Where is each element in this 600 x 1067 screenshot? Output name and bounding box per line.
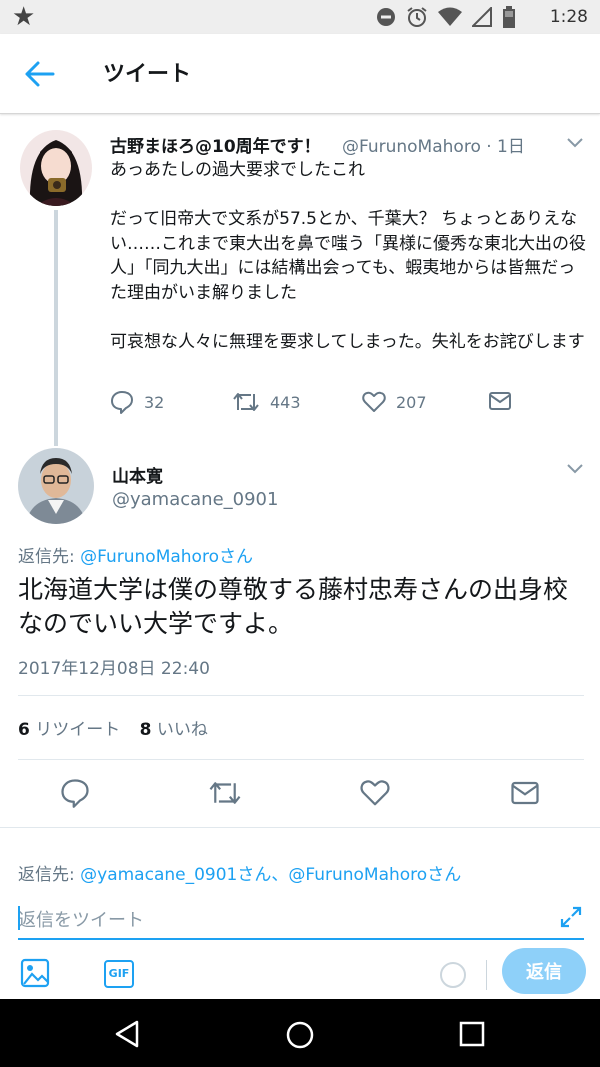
- status-bar: ★ 1:28: [0, 0, 600, 34]
- retweet-icon: [233, 393, 259, 411]
- tweet-timestamp: 2017年12月08日 22:40: [18, 659, 210, 679]
- avatar[interactable]: [20, 130, 92, 206]
- battery-icon: [503, 6, 515, 28]
- reply-to-prefix: 返信先:: [18, 547, 81, 567]
- page-title: ツイート: [103, 62, 192, 87]
- top-app-bar: ツイート: [0, 34, 600, 114]
- back-arrow-icon[interactable]: [24, 60, 56, 88]
- envelope-icon: [489, 392, 511, 410]
- heart-icon[interactable]: [360, 778, 390, 808]
- engagement-stats: 6 リツイート 8 いいね: [18, 715, 208, 740]
- reply-to-users[interactable]: @yamacane_0901さん、@FurunoMahoroさん: [80, 865, 461, 885]
- author-handle: @FurunoMahoro · 1日: [342, 137, 525, 157]
- retweets-stat[interactable]: 6 リツイート: [18, 720, 120, 740]
- share-action[interactable]: [488, 390, 512, 412]
- tweet-paragraph: あっあたしの過大要求でしたこれ: [110, 160, 365, 180]
- chevron-down-icon[interactable]: [566, 462, 584, 476]
- tweet-text: あっあたしの過大要求でしたこれ だって旧帝大で文系が57.5とか、千葉大？ ちょ…: [110, 158, 590, 354]
- likes-stat[interactable]: 8 いいね: [140, 720, 208, 740]
- nav-recents-icon[interactable]: [459, 1021, 485, 1047]
- image-icon[interactable]: [20, 958, 50, 988]
- reply-to-label: 返信先: @yamacane_0901さん、@FurunoMahoroさん: [18, 860, 461, 885]
- nav-home-icon[interactable]: [284, 1019, 316, 1051]
- chevron-down-icon[interactable]: [566, 136, 584, 150]
- tweet-text: 北海道大学は僕の尊敬する藤村忠寿さんの出身校なのでいい大学ですよ。: [18, 575, 569, 638]
- author-name[interactable]: 山本寛: [112, 462, 163, 487]
- reply-count: 32: [144, 392, 165, 412]
- retweet-icon[interactable]: [208, 778, 242, 808]
- divider: [18, 695, 584, 696]
- wifi-icon: [438, 7, 462, 26]
- alarm-icon: [407, 7, 427, 27]
- tweet-paragraph: 可哀想な人々に無理を要求してしまった。失礼をお詫びします: [110, 331, 585, 352]
- reply-icon: [111, 391, 133, 414]
- reply-to-label: 返信先: @FurunoMahoroさん: [18, 542, 253, 567]
- avatar[interactable]: [18, 448, 94, 524]
- reply-icon[interactable]: [60, 778, 90, 808]
- like-action[interactable]: 207: [362, 390, 427, 414]
- tweet-paragraph: だって旧帝大で文系が57.5とか、千葉大？ ちょっとありえない……これまで東大出…: [110, 209, 586, 303]
- thread-connector: [54, 210, 58, 446]
- status-time: 1:28: [549, 7, 588, 27]
- reply-input[interactable]: [18, 902, 584, 940]
- expand-icon[interactable]: [560, 906, 582, 928]
- divider: [486, 960, 487, 990]
- retweet-stat-label: リツイート: [29, 720, 121, 740]
- retweet-count: 443: [270, 392, 301, 412]
- author-name[interactable]: 古野まほろ@10周年です！: [110, 132, 321, 157]
- divider: [18, 759, 584, 760]
- tweet-actions: 32 443 207: [110, 390, 580, 418]
- nav-back-icon[interactable]: [113, 1019, 143, 1049]
- character-counter: [440, 962, 466, 988]
- tweet-actions: [0, 776, 600, 810]
- heart-icon: [362, 391, 386, 412]
- signal-icon: [472, 7, 492, 27]
- retweet-action[interactable]: 443: [232, 390, 301, 414]
- like-stat-label: いいね: [151, 720, 208, 740]
- system-nav-bar: [0, 999, 600, 1067]
- do-not-disturb-icon: [377, 8, 395, 26]
- text-caret: [18, 906, 20, 930]
- gif-button[interactable]: GIF: [104, 960, 134, 988]
- reply-to-prefix: 返信先:: [18, 865, 81, 885]
- reply-composer: 返信先: @yamacane_0901さん、@FurunoMahoroさん GI…: [0, 827, 600, 999]
- reply-send-button[interactable]: 返信: [502, 948, 586, 994]
- status-icons: [376, 6, 516, 28]
- reply-action[interactable]: 32: [110, 390, 164, 414]
- envelope-icon[interactable]: [510, 778, 540, 808]
- reply-to-link[interactable]: @FurunoMahoroさん: [80, 547, 253, 567]
- composer-toolbar: GIF 返信: [0, 948, 600, 996]
- author-handle[interactable]: @yamacane_0901: [112, 489, 278, 510]
- like-total: 8: [139, 720, 152, 740]
- star-icon: ★: [12, 2, 36, 32]
- like-count: 207: [396, 392, 427, 412]
- retweet-total: 6: [18, 720, 30, 740]
